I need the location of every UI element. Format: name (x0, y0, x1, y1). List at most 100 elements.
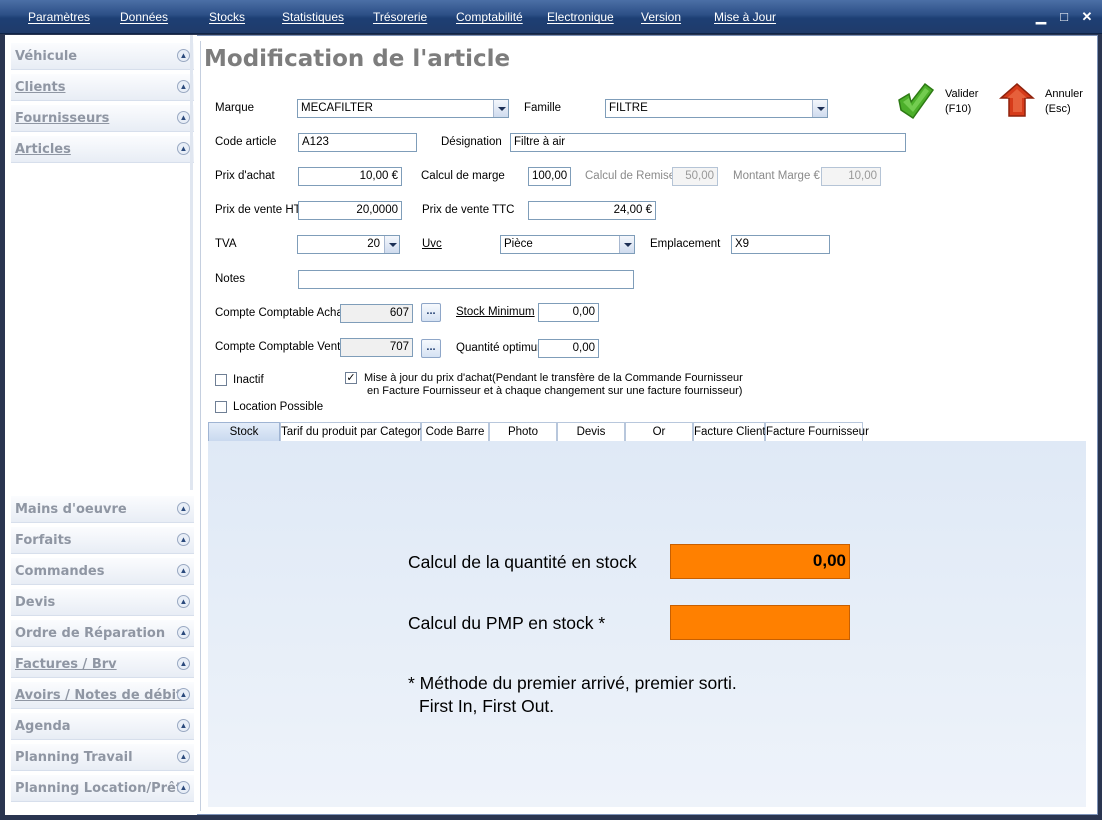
chevron-down-icon[interactable] (384, 236, 399, 253)
famille-select[interactable]: FILTRE (605, 99, 828, 118)
emplacement-label: Emplacement (650, 238, 721, 250)
tab-devis[interactable]: Devis (557, 422, 625, 441)
inactif-checkbox[interactable] (215, 374, 227, 386)
compte-achat-browse-button[interactable]: ... (421, 303, 441, 322)
chevron-up-icon[interactable]: ▲ (177, 719, 190, 732)
menu-donnees[interactable]: Données (120, 10, 168, 24)
marque-value: MECAFILTER (301, 102, 373, 114)
menu-bar: Paramètres Données Stocks Statistiques T… (0, 0, 1102, 34)
tva-select[interactable]: 20 (297, 235, 400, 254)
sidebar-item-label: Mains d'oeuvre (15, 502, 127, 517)
compte-achat-input[interactable]: 607 (340, 304, 413, 323)
code-article-input[interactable]: A123 (298, 133, 417, 152)
code-article-label: Code article (215, 136, 277, 148)
sidebar-item-label: Fournisseurs (15, 111, 110, 126)
chevron-up-icon[interactable]: ▲ (177, 657, 190, 670)
chevron-down-icon[interactable] (812, 100, 827, 117)
notes-input[interactable] (298, 270, 634, 289)
montant-marge-label: Montant Marge € (733, 170, 820, 182)
stock-minimum-label: Stock Minimum (456, 306, 535, 318)
prix-vente-ttc-input[interactable]: 24,00 € (528, 201, 656, 220)
chevron-down-icon[interactable] (619, 236, 634, 253)
uvc-select[interactable]: Pièce (500, 235, 635, 254)
sidebar-item-ordre-reparation[interactable]: Ordre de Réparation ▲ (11, 620, 194, 647)
chevron-up-icon[interactable]: ▲ (177, 750, 190, 763)
stock-minimum-input[interactable]: 0,00 (538, 303, 599, 322)
emplacement-input[interactable]: X9 (731, 235, 830, 254)
tab-facture-fournisseur[interactable]: Facture Fournisseur (765, 422, 869, 441)
minimize-icon[interactable]: ▁ (1032, 8, 1050, 26)
menu-stocks[interactable]: Stocks (209, 10, 245, 24)
montant-marge-input: 10,00 (821, 167, 881, 186)
prix-achat-label: Prix d'achat (215, 170, 275, 182)
prix-achat-input[interactable]: 10,00 € (298, 167, 402, 186)
maximize-icon[interactable]: □ (1055, 8, 1073, 26)
marque-select[interactable]: MECAFILTER (297, 99, 509, 118)
sidebar-item-planning-travail[interactable]: Planning Travail ▲ (11, 744, 194, 771)
sidebar-item-clients[interactable]: Clients ▲ (11, 74, 194, 101)
sidebar-item-fournisseurs[interactable]: Fournisseurs ▲ (11, 105, 194, 132)
chevron-up-icon[interactable]: ▲ (177, 111, 190, 124)
tab-photo[interactable]: Photo (489, 422, 557, 441)
sidebar-item-planning-location[interactable]: Planning Location/Prêt ▲ (11, 775, 194, 802)
sidebar-item-devis[interactable]: Devis ▲ (11, 589, 194, 616)
sidebar: Véhicule ▲ Clients ▲ Fournisseurs ▲ Arti… (5, 35, 197, 815)
validate-button[interactable] (895, 80, 935, 122)
sidebar-item-avoirs[interactable]: Avoirs / Notes de débit ▲ (11, 682, 194, 709)
sidebar-item-label: Factures / Brv (15, 657, 117, 672)
tab-facture-client[interactable]: Facture Client (693, 422, 766, 441)
menu-statistiques[interactable]: Statistiques (282, 10, 344, 24)
notes-label: Notes (215, 273, 246, 285)
chevron-up-icon[interactable]: ▲ (177, 49, 190, 62)
tab-tarif[interactable]: Tarif du produit par Categorie (280, 422, 430, 441)
sidebar-item-factures[interactable]: Factures / Brv ▲ (11, 651, 194, 678)
compte-vente-input[interactable]: 707 (340, 338, 413, 357)
chevron-up-icon[interactable]: ▲ (177, 80, 190, 93)
famille-value: FILTRE (609, 102, 648, 114)
fifo-note-line2: First In, First Out. (419, 696, 555, 716)
menu-parametres[interactable]: Paramètres (28, 10, 90, 24)
qty-stock-value: 0,00 (670, 544, 850, 579)
sidebar-item-label: Avoirs / Notes de débit (15, 688, 183, 703)
menu-version[interactable]: Version (641, 10, 681, 24)
menu-electronique[interactable]: Electronique (547, 10, 614, 24)
marque-label: Marque (215, 102, 254, 114)
chevron-up-icon[interactable]: ▲ (177, 142, 190, 155)
chevron-up-icon[interactable]: ▲ (177, 564, 190, 577)
sidebar-item-agenda[interactable]: Agenda ▲ (11, 713, 194, 740)
sidebar-item-articles[interactable]: Articles ▲ (11, 136, 194, 163)
cancel-button[interactable] (997, 80, 1037, 122)
menu-tresorerie[interactable]: Trésorerie (373, 10, 427, 24)
location-possible-checkbox[interactable] (215, 401, 227, 413)
cancel-text: Annuler (1045, 88, 1083, 100)
tab-code-barre[interactable]: Code Barre (421, 422, 489, 441)
sidebar-item-mains-oeuvre[interactable]: Mains d'oeuvre ▲ (11, 496, 194, 523)
menu-comptabilite[interactable]: Comptabilité (456, 10, 523, 24)
compte-achat-label: Compte Comptable Achat (215, 307, 347, 319)
tab-or[interactable]: Or (625, 422, 693, 441)
sidebar-item-commandes[interactable]: Commandes ▲ (11, 558, 194, 585)
sidebar-item-label: Commandes (15, 564, 105, 579)
chevron-up-icon[interactable]: ▲ (177, 502, 190, 515)
prix-vente-ht-input[interactable]: 20,0000 (298, 201, 402, 220)
sidebar-splitter[interactable] (190, 35, 193, 490)
chevron-down-icon[interactable] (493, 100, 508, 117)
menu-mise-a-jour[interactable]: Mise à Jour (714, 10, 776, 24)
sidebar-item-forfaits[interactable]: Forfaits ▲ (11, 527, 194, 554)
chevron-up-icon[interactable]: ▲ (177, 781, 190, 794)
calcul-marge-input[interactable]: 100,00 (528, 167, 571, 186)
maj-prix-checkbox[interactable]: ✓ (345, 372, 357, 384)
designation-input[interactable]: Filtre à air (510, 133, 906, 152)
sidebar-item-vehicule[interactable]: Véhicule ▲ (11, 43, 194, 70)
inactif-label: Inactif (233, 374, 264, 386)
cancel-label: Annuler (Esc) (1045, 87, 1083, 117)
chevron-up-icon[interactable]: ▲ (177, 533, 190, 546)
close-icon[interactable]: ✕ (1078, 8, 1096, 26)
designation-label: Désignation (441, 136, 502, 148)
chevron-up-icon[interactable]: ▲ (177, 626, 190, 639)
quantite-optimum-input[interactable]: 0,00 (538, 339, 599, 358)
compte-vente-browse-button[interactable]: ... (421, 339, 441, 358)
tab-stock[interactable]: Stock (208, 422, 280, 441)
chevron-up-icon[interactable]: ▲ (177, 688, 190, 701)
chevron-up-icon[interactable]: ▲ (177, 595, 190, 608)
